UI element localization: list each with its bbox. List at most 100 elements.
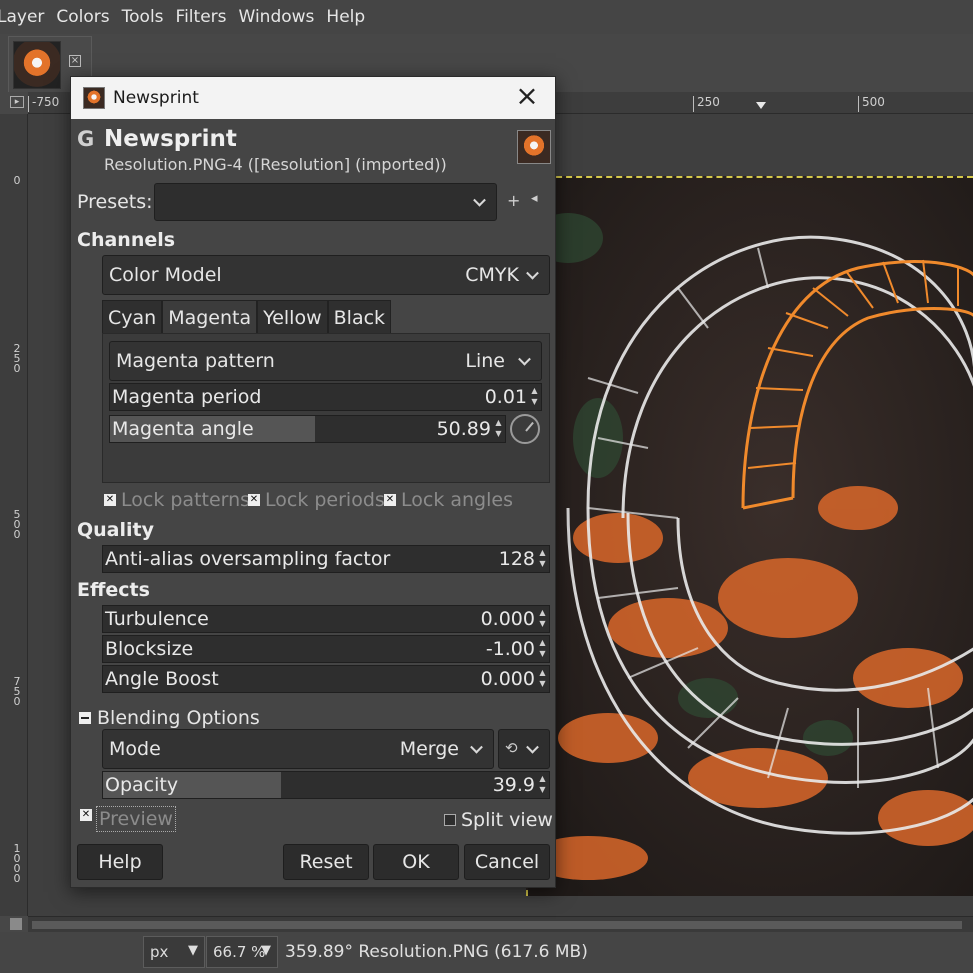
antialias-value: 128 xyxy=(498,548,535,570)
zoom-value: 66.7 % xyxy=(213,943,266,961)
turbulence-spin[interactable]: Turbulence 0.000 ▲ ▼ xyxy=(102,605,550,633)
image-preview xyxy=(526,176,973,896)
dialog-window-title: Newsprint xyxy=(113,88,199,108)
antialias-spin[interactable]: Anti-alias oversampling factor 128 ▲ ▼ xyxy=(102,545,550,573)
lock-patterns-label: Lock patterns xyxy=(121,489,251,511)
split-view-label: Split view xyxy=(461,809,553,831)
magenta-period-spin[interactable]: Magenta period 0.01 ▲ ▼ xyxy=(109,383,542,411)
tab-cyan[interactable]: Cyan xyxy=(102,300,163,334)
chevron-down-icon: ▼ xyxy=(261,943,271,958)
menubar: Layer Colors Tools Filters Windows Help xyxy=(0,0,973,34)
ruler-label: -750 xyxy=(28,96,59,112)
blend-mode-label: Mode xyxy=(109,738,161,760)
lock-periods-label: Lock periods xyxy=(265,489,385,511)
presets-combo[interactable] xyxy=(154,183,497,221)
angle-dial-icon[interactable] xyxy=(510,414,540,444)
menu-layer[interactable]: Layer xyxy=(0,7,50,27)
spin-arrows-icon[interactable]: ▲ ▼ xyxy=(494,417,503,441)
spin-arrows-icon[interactable]: ▲ ▼ xyxy=(538,667,547,691)
spin-arrows-icon[interactable]: ▲ ▼ xyxy=(538,547,547,571)
channels-heading: Channels xyxy=(77,229,176,251)
tab-black[interactable]: Black xyxy=(327,300,392,334)
preset-menu-icon[interactable]: ◂ xyxy=(531,191,538,206)
statusbar: px ▼ 66.7 % ▼ 359.89° Resolution.PNG (61… xyxy=(0,932,973,973)
lock-angles-checkbox[interactable]: ✕ Lock angles xyxy=(384,489,513,511)
opacity-value: 39.9 xyxy=(492,774,535,796)
blend-mode-value: Merge xyxy=(399,738,459,760)
quick-mask-toggle-icon[interactable]: ▸ xyxy=(10,96,24,108)
newsprint-dialog: Newsprint × G Newsprint Resolution.PNG-4… xyxy=(70,76,556,888)
zoom-select[interactable]: 66.7 % ▼ xyxy=(206,936,278,968)
horizontal-scrollbar[interactable] xyxy=(28,916,973,932)
preview-label: Preview xyxy=(99,808,173,830)
blocksize-value: -1.00 xyxy=(485,638,535,660)
navigate-icon[interactable] xyxy=(10,918,22,930)
blocksize-spin[interactable]: Blocksize -1.00 ▲ ▼ xyxy=(102,635,550,663)
magenta-pattern-combo[interactable]: Magenta pattern Line xyxy=(109,341,542,381)
checkbox-checked-icon: ✕ xyxy=(384,494,396,506)
collapse-icon xyxy=(79,712,91,724)
ok-button[interactable]: OK xyxy=(373,844,459,880)
menu-filters[interactable]: Filters xyxy=(176,7,233,27)
magenta-period-label: Magenta period xyxy=(112,386,262,408)
chevron-down-icon xyxy=(473,193,486,207)
spin-arrows-icon[interactable]: ▲ ▼ xyxy=(538,773,547,797)
menu-tools[interactable]: Tools xyxy=(122,7,170,27)
angle-boost-value: 0.000 xyxy=(480,668,535,690)
composite-mode-icon: ⟲ xyxy=(505,739,518,757)
color-model-label: Color Model xyxy=(109,264,222,286)
tab-yellow[interactable]: Yellow xyxy=(257,300,328,334)
lock-angles-label: Lock angles xyxy=(401,489,513,511)
magenta-angle-value: 50.89 xyxy=(436,418,491,440)
chevron-down-icon xyxy=(518,352,531,366)
checkbox-checked-icon: ✕ xyxy=(80,809,92,821)
blending-options-label: Blending Options xyxy=(97,707,260,729)
chevron-down-icon: ▼ xyxy=(188,943,198,958)
angle-boost-label: Angle Boost xyxy=(105,668,219,690)
angle-boost-spin[interactable]: Angle Boost 0.000 ▲ ▼ xyxy=(102,665,550,693)
cancel-button[interactable]: Cancel xyxy=(464,844,550,880)
menu-colors[interactable]: Colors xyxy=(56,7,115,27)
tab-magenta[interactable]: Magenta xyxy=(162,300,258,334)
lock-periods-checkbox[interactable]: ✕ Lock periods xyxy=(248,489,385,511)
spin-arrows-icon[interactable]: ▲ ▼ xyxy=(538,637,547,661)
color-model-value: CMYK xyxy=(465,264,519,286)
scrollbar-thumb[interactable] xyxy=(32,921,962,929)
magenta-pattern-label: Magenta pattern xyxy=(116,350,275,372)
checkbox-checked-icon: ✕ xyxy=(104,494,116,506)
preview-checkbox[interactable]: ✕ xyxy=(80,809,97,821)
dialog-titlebar[interactable]: Newsprint × xyxy=(71,77,555,119)
ruler-label: 250 xyxy=(13,342,21,375)
image-tab-thumbnail xyxy=(13,41,61,89)
menu-help[interactable]: Help xyxy=(326,7,371,27)
quality-heading: Quality xyxy=(77,519,154,541)
ruler-label: 250 xyxy=(693,96,720,112)
magenta-angle-spin[interactable]: Magenta angle 50.89 ▲ ▼ xyxy=(109,415,506,443)
menu-windows[interactable]: Windows xyxy=(239,7,321,27)
lock-patterns-checkbox[interactable]: ✕ Lock patterns xyxy=(104,489,250,511)
color-model-combo[interactable]: Color Model CMYK xyxy=(102,255,550,295)
preview-label-box[interactable]: Preview xyxy=(96,806,176,832)
effects-heading: Effects xyxy=(77,579,150,601)
reset-button[interactable]: Reset xyxy=(283,844,369,880)
status-info: 359.89° Resolution.PNG (617.6 MB) xyxy=(285,942,588,962)
ruler-label: 0 xyxy=(13,174,21,187)
close-tab-icon[interactable]: × xyxy=(69,55,81,67)
magenta-pattern-value: Line xyxy=(465,350,505,372)
blend-mode-combo[interactable]: Mode Merge xyxy=(102,729,494,769)
opacity-spin[interactable]: Opacity 39.9 ▲ ▼ xyxy=(102,771,550,799)
add-preset-icon[interactable]: + xyxy=(507,191,520,210)
antialias-label: Anti-alias oversampling factor xyxy=(105,548,391,570)
ruler-label: 500 xyxy=(858,96,885,112)
blending-options-expander[interactable]: Blending Options xyxy=(79,707,260,729)
composite-mode-combo[interactable]: ⟲ xyxy=(498,729,550,769)
ruler-label: 750 xyxy=(13,675,21,708)
help-button[interactable]: Help xyxy=(77,844,163,880)
chevron-down-icon xyxy=(470,740,483,754)
split-view-checkbox[interactable]: Split view xyxy=(444,809,553,831)
spin-arrows-icon[interactable]: ▲ ▼ xyxy=(530,385,539,409)
close-icon[interactable]: × xyxy=(513,82,541,111)
unit-value: px xyxy=(150,943,169,961)
spin-arrows-icon[interactable]: ▲ ▼ xyxy=(538,607,547,631)
unit-select[interactable]: px ▼ xyxy=(143,936,205,968)
